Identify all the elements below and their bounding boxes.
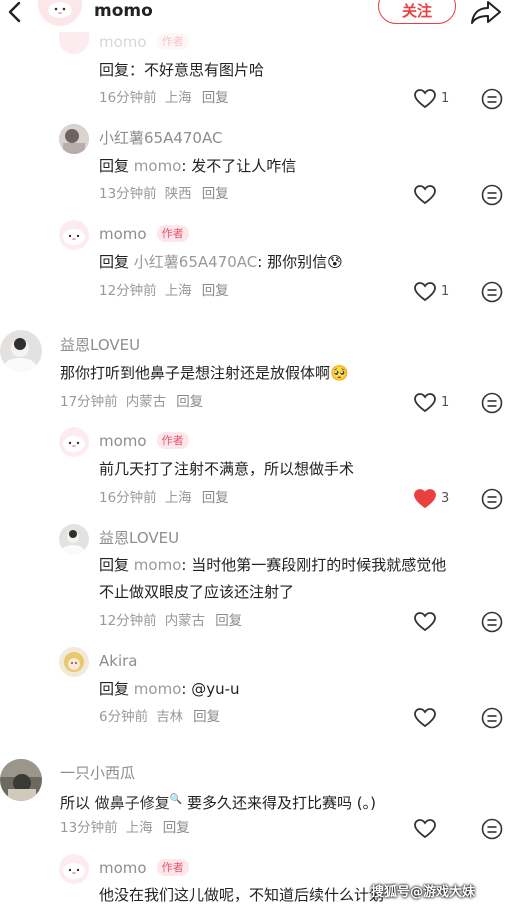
- avatar[interactable]: [59, 30, 89, 54]
- username[interactable]: momo 作者: [99, 858, 189, 878]
- comment-text: 那你打听到他鼻子是想注射还是放假体啊🥺: [60, 364, 349, 382]
- username[interactable]: 益恩LOVEU: [99, 528, 179, 548]
- sweat-face-emoji: 😰: [327, 253, 343, 271]
- heart-filled-icon[interactable]: [414, 489, 436, 509]
- reply-button[interactable]: 回复: [163, 820, 190, 836]
- comment-meta: 17分钟前 内蒙古 回复: [60, 394, 204, 410]
- heart-icon[interactable]: [414, 282, 436, 302]
- avatar[interactable]: [59, 524, 89, 554]
- comment-text: 回复 momo: 当时他第一赛段刚打的时候我就感觉他: [99, 556, 447, 574]
- avatar[interactable]: [59, 647, 89, 677]
- comment-text: 前几天打了注射不满意，所以想做手术: [99, 460, 355, 478]
- like-count: 1: [441, 91, 450, 106]
- dislike-icon[interactable]: [481, 281, 503, 303]
- search-keyword-link[interactable]: 做鼻子修复: [95, 794, 170, 812]
- username[interactable]: 一只小西瓜: [60, 763, 135, 783]
- share-icon[interactable]: [470, 0, 502, 24]
- author-badge: 作者: [156, 33, 189, 50]
- watermark: 搜狐号@游戏大妹: [371, 885, 476, 900]
- like-count: 3: [441, 491, 450, 506]
- reply-button[interactable]: 回复: [202, 283, 229, 299]
- dislike-icon[interactable]: [481, 88, 503, 110]
- comment-text: 回复 momo: @yu-u: [99, 680, 240, 698]
- avatar[interactable]: [59, 427, 89, 457]
- avatar[interactable]: [0, 759, 42, 801]
- reply-button[interactable]: 回复: [202, 490, 229, 506]
- reply-button[interactable]: 回复: [193, 709, 220, 725]
- dislike-icon[interactable]: [481, 488, 503, 510]
- like-count: 1: [441, 395, 450, 410]
- reply-button[interactable]: 回复: [202, 186, 229, 202]
- username[interactable]: 益恩LOVEU: [60, 335, 140, 355]
- comment-text-line2: 不止做双眼皮了应该还注射了: [99, 583, 295, 601]
- dislike-icon[interactable]: [481, 707, 503, 729]
- comment-text: 回复 小红薯65A470AC: 那你别信😰: [99, 253, 343, 271]
- comment-meta: 16分钟前 上海 回复: [99, 90, 229, 106]
- author-badge: 作者: [156, 432, 189, 449]
- reply-button[interactable]: 回复: [215, 613, 242, 629]
- heart-icon[interactable]: [414, 708, 436, 728]
- reply-button[interactable]: 回复: [202, 90, 229, 106]
- avatar[interactable]: [59, 220, 89, 250]
- username[interactable]: Akira: [99, 651, 137, 671]
- username[interactable]: momo 作者: [99, 224, 189, 244]
- heart-icon[interactable]: [414, 185, 436, 205]
- comment-meta: 12分钟前 上海 回复: [99, 283, 229, 299]
- like-count: 1: [441, 284, 450, 299]
- comment-meta: 13分钟前 陕西 回复: [99, 186, 229, 202]
- top-bar: momo 关注: [0, 0, 509, 32]
- dislike-icon[interactable]: [481, 611, 503, 633]
- heart-icon[interactable]: [414, 89, 436, 109]
- heart-icon[interactable]: [414, 819, 436, 839]
- back-arrow-icon[interactable]: [4, 0, 26, 26]
- avatar[interactable]: [0, 330, 42, 372]
- heart-icon[interactable]: [414, 612, 436, 632]
- username[interactable]: momo 作者: [99, 32, 189, 52]
- comment-meta: 13分钟前 上海 回复: [60, 820, 190, 836]
- reply-button[interactable]: 回复: [176, 394, 203, 410]
- comment-meta: 12分钟前 内蒙古 回复: [99, 613, 243, 629]
- avatar[interactable]: [59, 854, 89, 884]
- dislike-icon[interactable]: [481, 184, 503, 206]
- author-badge: 作者: [156, 859, 189, 876]
- comment-text: 回复 momo: 发不了让人咋信: [99, 157, 297, 175]
- username[interactable]: momo 作者: [99, 431, 189, 451]
- follow-button[interactable]: 关注: [378, 0, 456, 24]
- dislike-icon[interactable]: [481, 818, 503, 840]
- page-title: momo: [94, 1, 153, 21]
- heart-icon[interactable]: [414, 393, 436, 413]
- username[interactable]: 小红薯65A470AC: [99, 128, 222, 148]
- author-badge: 作者: [156, 225, 189, 242]
- pleading-face-emoji: 🥺: [330, 364, 349, 382]
- search-icon: 🔍: [169, 794, 183, 805]
- avatar[interactable]: [59, 124, 89, 154]
- avatar[interactable]: [38, 0, 82, 26]
- comment-meta: 6分钟前 吉林 回复: [99, 709, 221, 725]
- comment-text: 所以 做鼻子修复🔍 要多久还来得及打比赛吗 (。): [60, 794, 376, 812]
- comment-meta: 16分钟前 上海 回复: [99, 490, 229, 506]
- comment-text: 回复：不好意思有图片哈: [99, 61, 265, 79]
- dislike-icon[interactable]: [481, 392, 503, 414]
- comment-text: 他没在我们这儿做呢，不知道后续什么计划: [99, 886, 385, 904]
